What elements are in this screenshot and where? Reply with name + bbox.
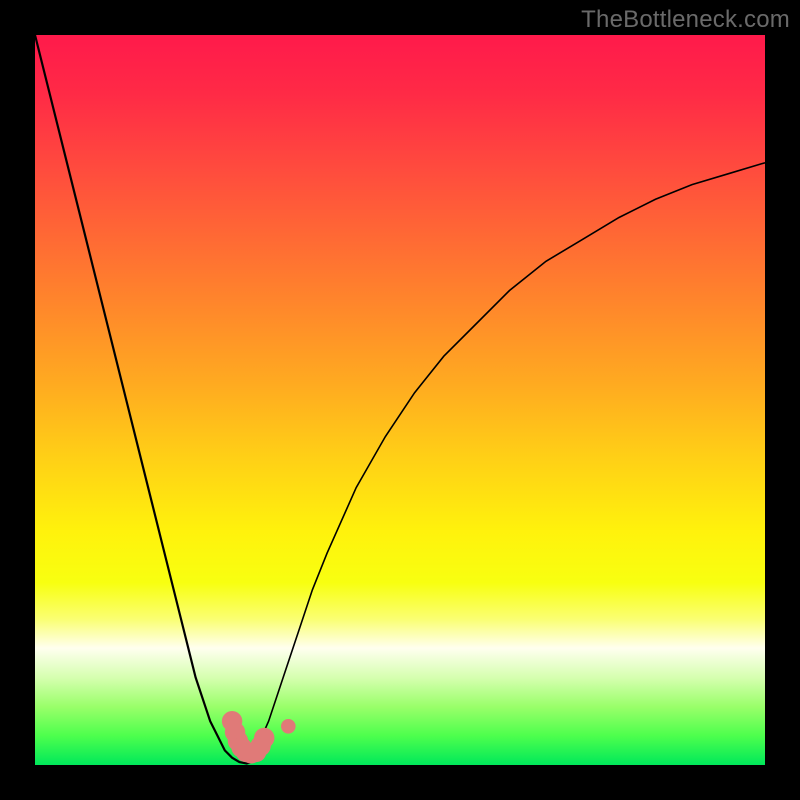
marker-group [222, 711, 296, 764]
watermark-text: TheBottleneck.com [581, 6, 790, 34]
left-curve [35, 35, 261, 764]
chart-svg [35, 35, 765, 765]
right-marker-1 [281, 719, 296, 734]
right-curve [247, 163, 765, 764]
plot-area [35, 35, 765, 765]
outer-frame: TheBottleneck.com [0, 0, 800, 800]
left-marker-9 [254, 728, 274, 748]
